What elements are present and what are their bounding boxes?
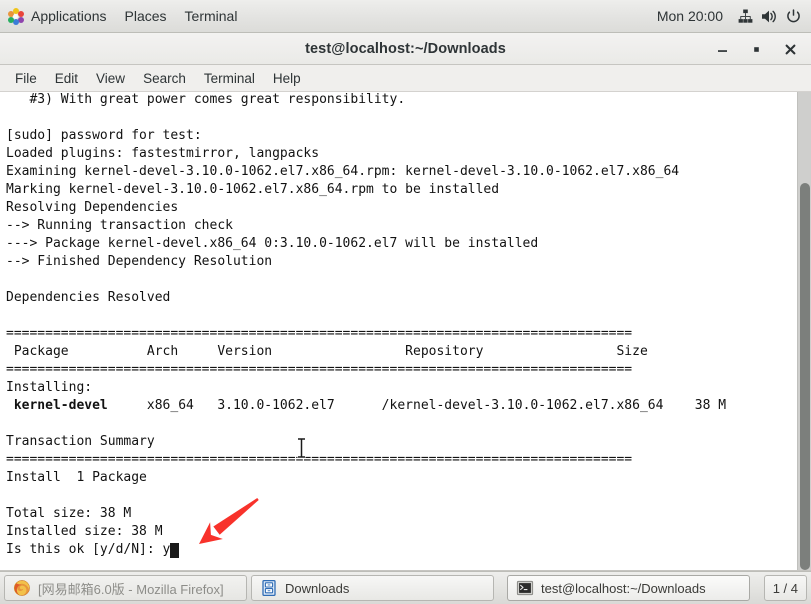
file-manager-icon (260, 579, 278, 597)
panel-menu-label: Places (124, 8, 167, 24)
window-controls (705, 33, 807, 65)
panel-menu-label: Terminal (184, 8, 238, 24)
volume-icon[interactable] (757, 0, 781, 33)
terminal-block-cursor (170, 543, 180, 558)
terminal-line: Resolving Dependencies (6, 200, 179, 215)
terminal-line: --> Running transaction check (6, 218, 233, 233)
terminal-line: Install 1 Package (6, 470, 147, 485)
text-ibeam-mouse-cursor (297, 437, 306, 459)
maximize-button[interactable] (739, 34, 773, 64)
workspace-switcher[interactable]: 1 / 4 (763, 575, 807, 601)
terminal-line: Transaction Summary (6, 434, 155, 449)
terminal-line: --> Finished Dependency Resolution (6, 254, 273, 269)
terminal-line: [sudo] password for test: (6, 128, 202, 143)
menu-search[interactable]: Search (134, 68, 195, 89)
taskbar-item-label: [网易邮箱6.0版 - Mozilla Firefox] (38, 581, 224, 597)
terminal-text: #3) With great power comes great respons… (6, 92, 786, 559)
power-icon[interactable] (781, 0, 805, 33)
menu-terminal[interactable]: Terminal (195, 68, 264, 89)
terminal-window: test@localhost:~/Downloads File Edit Vie… (0, 33, 811, 571)
menu-edit[interactable]: Edit (46, 68, 87, 89)
terminal-line: Loaded plugins: fastestmirror, langpacks (6, 146, 320, 161)
panel-menu-terminal[interactable]: Terminal (176, 0, 247, 33)
terminal-line: Dependencies Resolved (6, 290, 171, 305)
taskbar-item-firefox[interactable]: [网易邮箱6.0版 - Mozilla Firefox] (4, 575, 247, 601)
menu-view[interactable]: View (87, 68, 134, 89)
taskbar-item-label: Downloads (285, 580, 350, 596)
panel-menu-label: Applications (31, 8, 107, 24)
panel-menu-places[interactable]: Places (116, 0, 176, 33)
terminal-output-area[interactable]: #3) With great power comes great respons… (0, 92, 811, 571)
terminal-menubar: File Edit View Search Terminal Help (0, 65, 811, 92)
terminal-line: kernel-devel x86_64 3.10.0-1062.el7 /ker… (6, 398, 727, 413)
terminal-line: Total size: 38 M (6, 506, 132, 521)
menu-help[interactable]: Help (264, 68, 310, 89)
close-button[interactable] (773, 34, 807, 64)
taskbar-item-downloads[interactable]: Downloads (251, 575, 494, 601)
terminal-line: Installing: (6, 380, 93, 395)
terminal-line: ---> Package kernel-devel.x86_64 0:3.10.… (6, 236, 539, 251)
terminal-scrollbar[interactable] (797, 92, 811, 570)
terminal-line: ========================================… (6, 326, 633, 341)
terminal-line: Installed size: 38 M (6, 524, 163, 539)
terminal-line: #3) With great power comes great respons… (6, 92, 406, 107)
firefox-icon (13, 579, 31, 597)
panel-menu-applications[interactable]: Applications (0, 0, 116, 33)
terminal-line: ========================================… (6, 452, 633, 467)
terminal-scrollbar-thumb[interactable] (800, 182, 810, 570)
window-title: test@localhost:~/Downloads (305, 40, 506, 57)
menu-file[interactable]: File (6, 68, 46, 89)
terminal-line: Examining kernel-devel-3.10.0-1062.el7.x… (6, 164, 680, 179)
minimize-button[interactable] (705, 34, 739, 64)
terminal-line: Is this ok [y/d/N]: y (6, 542, 171, 557)
applications-pinwheel-icon (8, 8, 24, 25)
terminal-line-emphasis: kernel-devel (6, 398, 108, 413)
panel-clock[interactable]: Mon 20:00 (647, 8, 733, 24)
terminal-line: ========================================… (6, 362, 633, 377)
taskbar-item-label: test@localhost:~/Downloads (541, 580, 706, 596)
window-list-taskbar: [网易邮箱6.0版 - Mozilla Firefox] Downloads t… (0, 571, 811, 604)
terminal-line: Package Arch Version Repository Size (6, 344, 648, 359)
gnome-top-panel: Applications Places Terminal Mon 20:00 (0, 0, 811, 33)
terminal-icon (516, 579, 534, 597)
window-titlebar[interactable]: test@localhost:~/Downloads (0, 33, 811, 65)
network-icon[interactable] (733, 0, 757, 33)
taskbar-item-terminal[interactable]: test@localhost:~/Downloads (507, 575, 750, 601)
terminal-line: Marking kernel-devel-3.10.0-1062.el7.x86… (6, 182, 500, 197)
